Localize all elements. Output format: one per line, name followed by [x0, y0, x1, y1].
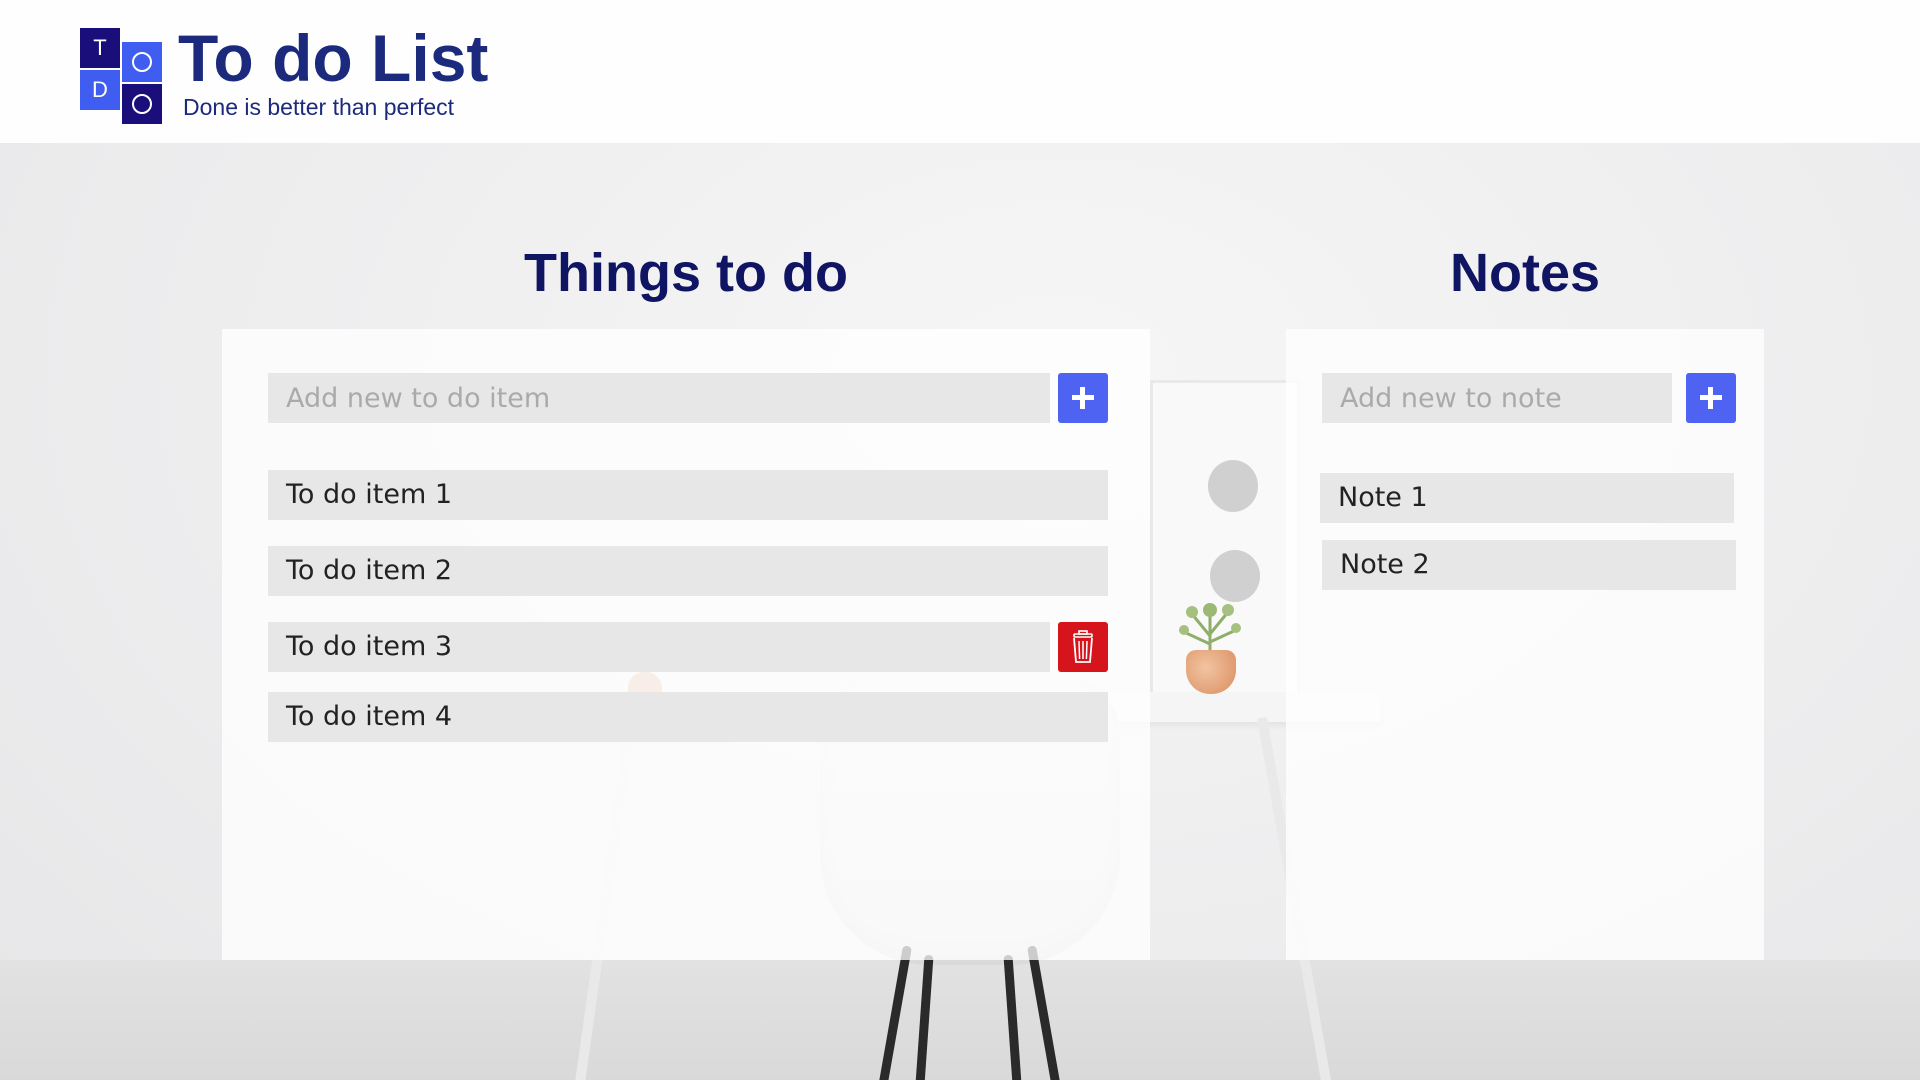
todo-panel: To do item 1 To do item 2 To do item 3 T…	[222, 329, 1150, 960]
logo-letter: D	[80, 70, 120, 110]
logo-letter: T	[80, 28, 120, 68]
app-header: T D To do List Done is better than perfe…	[0, 0, 1920, 143]
background-pot	[1186, 650, 1236, 694]
todo-item[interactable]: To do item 2	[268, 546, 1108, 596]
app-title: To do List	[178, 21, 489, 95]
trash-icon	[1073, 630, 1093, 663]
todo-logo: T D	[80, 28, 162, 124]
notes-panel: Note 1 Note 2	[1286, 329, 1764, 960]
note-item[interactable]: Note 1	[1320, 473, 1734, 523]
todo-input[interactable]	[268, 373, 1050, 423]
notes-section-title: Notes	[1449, 243, 1601, 303]
background-dot	[1210, 550, 1260, 602]
note-input[interactable]	[1322, 373, 1672, 423]
background-dot	[1208, 460, 1258, 512]
add-todo-button[interactable]	[1058, 373, 1108, 423]
todo-item[interactable]: To do item 3	[268, 622, 1050, 672]
logo-ring-icon	[122, 42, 162, 82]
todo-item[interactable]: To do item 4	[268, 692, 1108, 742]
background-plant-icon	[1179, 603, 1241, 656]
todo-section-title: Things to do	[524, 243, 848, 303]
note-item[interactable]: Note 2	[1322, 540, 1736, 590]
delete-todo-button[interactable]	[1058, 622, 1108, 672]
app-subtitle: Done is better than perfect	[183, 94, 455, 120]
logo-ring-icon	[122, 84, 162, 124]
add-note-button[interactable]	[1686, 373, 1736, 423]
background-floor	[0, 960, 1920, 1080]
todo-item[interactable]: To do item 1	[268, 470, 1108, 520]
